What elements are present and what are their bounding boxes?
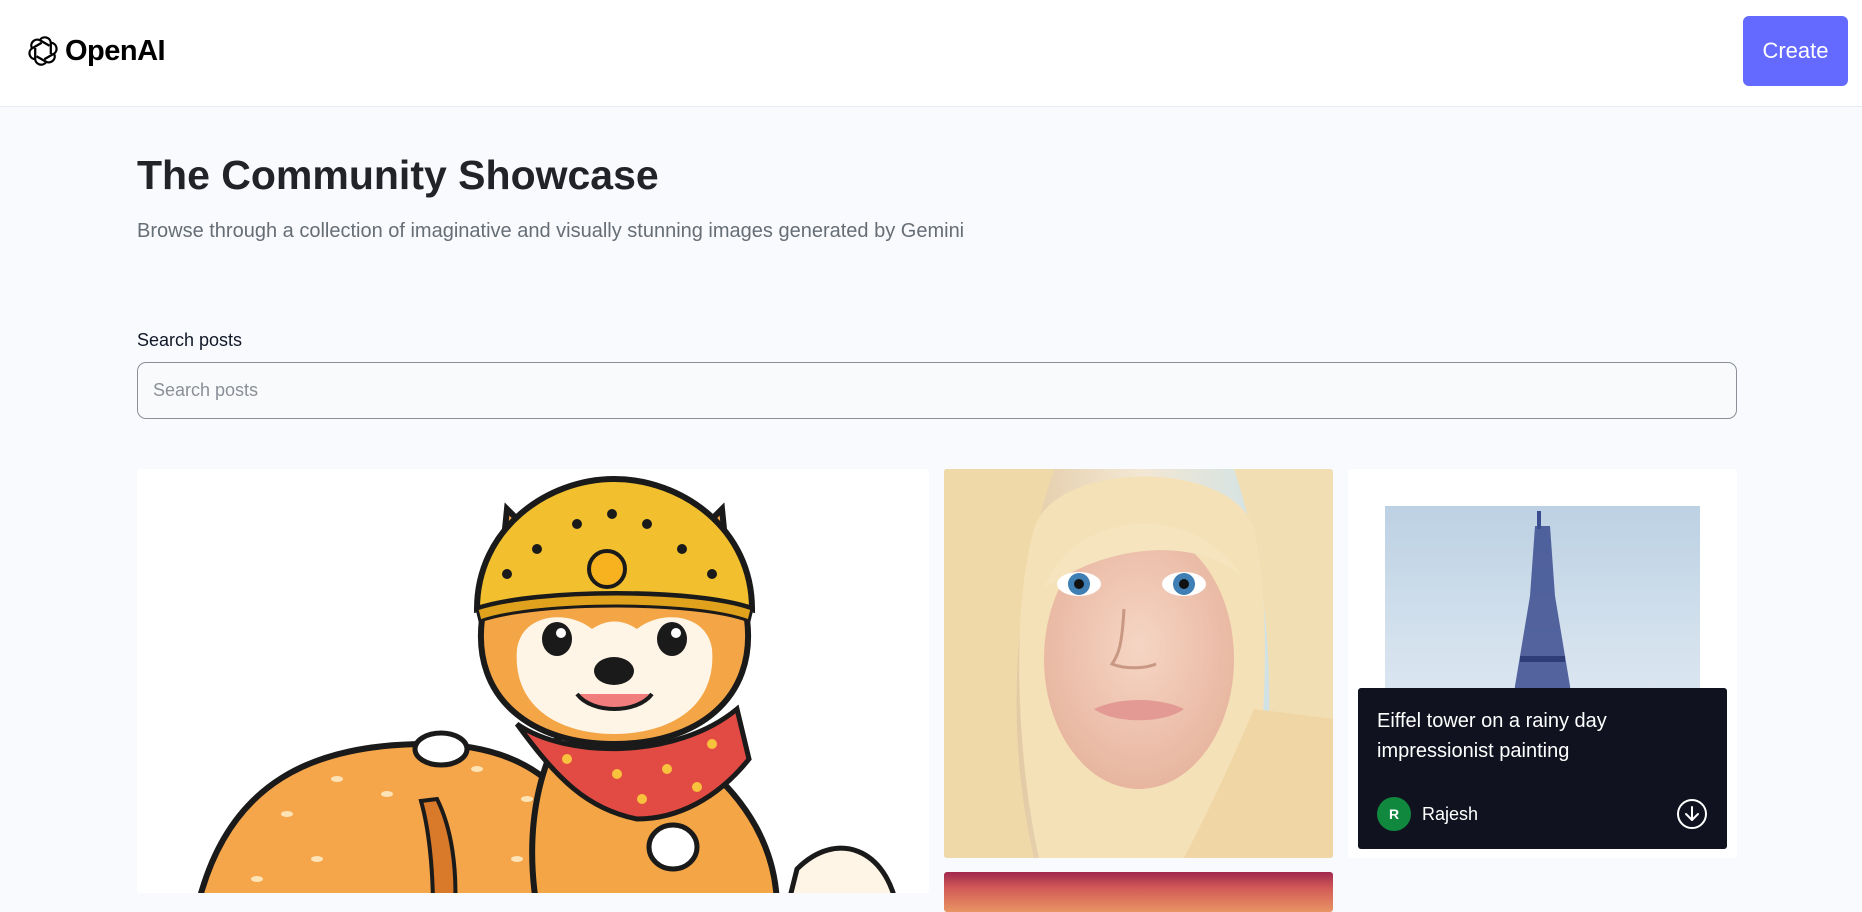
- openai-logo[interactable]: OpenAI: [25, 33, 166, 69]
- post-author-row: R Rajesh: [1377, 797, 1708, 831]
- post-card-shiba[interactable]: [137, 469, 929, 893]
- logo-text: OpenAI: [65, 34, 166, 67]
- post-image: [944, 872, 1333, 912]
- post-card-sunset[interactable]: [944, 872, 1333, 912]
- avatar: R: [1377, 797, 1411, 831]
- post-image: [944, 469, 1333, 858]
- page-title: The Community Showcase: [137, 152, 659, 198]
- openai-logo-icon: [28, 36, 58, 66]
- page-subtitle: Browse through a collection of imaginati…: [137, 220, 965, 242]
- download-button[interactable]: [1676, 798, 1708, 830]
- search-label: Search posts: [137, 330, 243, 350]
- post-card-portrait[interactable]: [944, 469, 1333, 858]
- header: OpenAI Create: [0, 0, 1862, 107]
- author-name: Rajesh: [1422, 803, 1479, 824]
- post-image: [137, 469, 929, 893]
- download-icon: [1677, 799, 1707, 829]
- search-input[interactable]: [137, 362, 1737, 419]
- post-prompt: Eiffel tower on a rainy day impressionis…: [1377, 710, 1607, 762]
- post-card-eiffel[interactable]: Eiffel tower on a rainy day impressionis…: [1348, 469, 1737, 858]
- post-overlay: Eiffel tower on a rainy day impressionis…: [1358, 688, 1727, 849]
- create-button[interactable]: Create: [1743, 16, 1848, 86]
